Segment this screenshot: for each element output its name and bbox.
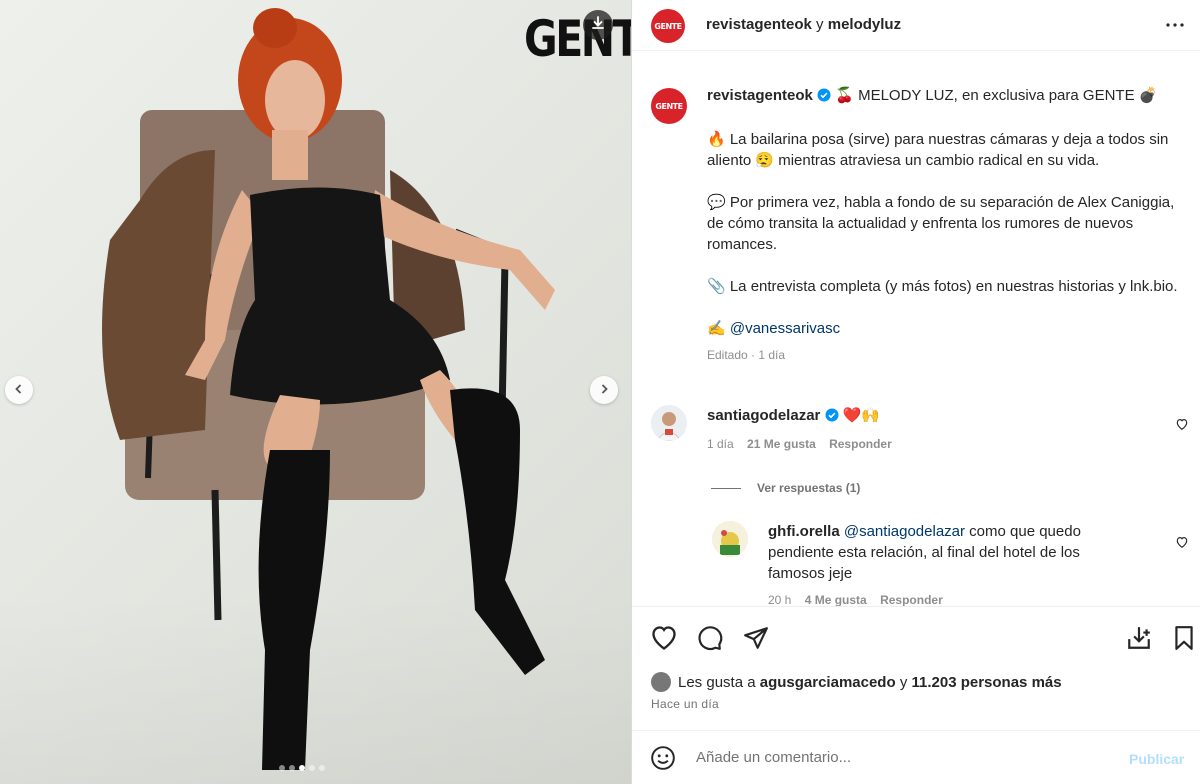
liker-avatar	[651, 672, 671, 692]
comment-text: ❤️🙌	[842, 407, 881, 424]
save-to-collection-button[interactable]	[1126, 625, 1152, 655]
share-button[interactable]	[743, 625, 769, 655]
caption-title: 🍒 MELODY LUZ, en exclusiva para GENTE 💣	[835, 87, 1158, 104]
comment-icon	[697, 626, 723, 655]
collaborator-username[interactable]: melodyluz	[828, 16, 901, 33]
comment-line: santiagodelazar ❤️🙌	[707, 405, 1147, 428]
carousel-dot-active	[299, 765, 305, 771]
authors-connector: y	[811, 16, 828, 33]
reply-likes[interactable]: 4 Me gusta	[805, 593, 867, 606]
caption-paragraph-2: 💬 Por primera vez, habla a fondo de su s…	[707, 194, 1175, 253]
comment-time[interactable]: 1 día	[707, 437, 734, 451]
chevron-left-icon	[13, 382, 25, 399]
carousel-dot	[289, 765, 295, 771]
heart-icon	[650, 626, 678, 655]
bookmark-icon	[1172, 626, 1196, 655]
verified-icon	[825, 407, 839, 428]
caption-meta: Editado · 1 día	[707, 348, 786, 362]
view-replies-label: Ver respuestas (1)	[757, 481, 861, 495]
post-header: GENTE revistagenteok y melodyluz	[632, 0, 1200, 51]
emoji-picker-button[interactable]	[650, 745, 676, 775]
post-authors: revistagenteok y melodyluz	[706, 16, 901, 33]
likes-connector: y	[899, 673, 908, 691]
carousel-dot	[279, 765, 285, 771]
like-reply-button[interactable]	[1175, 535, 1189, 553]
comment-likes[interactable]: 21 Me gusta	[747, 437, 816, 451]
verified-icon	[817, 87, 831, 108]
avatar-label: GENTE	[654, 21, 682, 31]
caption-paragraph-3: 📎 La entrevista completa (y más fotos) e…	[707, 278, 1178, 295]
add-comment-bar: Publicar	[632, 730, 1200, 784]
chair-leg	[211, 489, 222, 621]
heart-icon	[1175, 418, 1189, 435]
writing-hand-emoji: ✍️	[707, 320, 726, 337]
like-button[interactable]	[650, 625, 678, 655]
likes-summary[interactable]: Les gusta a agusgarciamacedo y 11.203 pe…	[651, 672, 1062, 692]
save-button[interactable]	[1172, 625, 1196, 655]
reply-button[interactable]: Responder	[880, 593, 943, 606]
save-to-collection-icon	[1126, 627, 1152, 655]
download-icon	[590, 15, 606, 35]
caption-line: revistagenteok 🍒 MELODY LUZ, en exclusiv…	[707, 85, 1191, 108]
carousel-indicator	[279, 765, 325, 771]
reply-meta: 20 h 4 Me gusta Responder	[768, 590, 1128, 606]
comment-button[interactable]	[697, 625, 723, 655]
replies-divider	[711, 487, 741, 489]
caption-credit: ✍️ @vanessarivasc	[707, 318, 1191, 339]
reply-line: ghfi.orella @santiagodelazar como que qu…	[768, 521, 1128, 584]
author-username[interactable]: revistagenteok	[706, 16, 812, 33]
like-comment-button[interactable]	[1175, 417, 1189, 435]
comment-username[interactable]: santiagodelazar	[707, 407, 820, 424]
likes-count[interactable]: 11.203 personas más	[911, 674, 1061, 691]
liker-username[interactable]: agusgarciamacedo	[760, 674, 896, 691]
download-button[interactable]	[583, 10, 613, 40]
comments-scroll-area[interactable]: GENTE revistagenteok 🍒 MELODY LUZ, en ex…	[632, 51, 1200, 606]
fur-coat	[102, 150, 215, 440]
credit-mention-link[interactable]: @vanessarivasc	[730, 320, 840, 337]
reply-button[interactable]: Responder	[829, 437, 892, 451]
caption-avatar[interactable]: GENTE	[651, 88, 687, 124]
caption-username[interactable]: revistagenteok	[707, 87, 813, 104]
chevron-right-icon	[598, 382, 610, 399]
gente-logo: GENTE	[524, 10, 631, 68]
comment-input[interactable]	[696, 743, 1116, 771]
comment-meta: 1 día 21 Me gusta Responder	[707, 434, 1147, 455]
model-photo	[102, 8, 555, 770]
author-avatar[interactable]: GENTE	[651, 9, 685, 43]
post-comment-button[interactable]: Publicar	[1129, 751, 1184, 767]
post-timestamp[interactable]: Hace un día	[651, 697, 719, 711]
carousel-dot	[309, 765, 315, 771]
avatar-label: GENTE	[655, 101, 683, 111]
post-image[interactable]: GENTE	[0, 0, 631, 784]
heart-icon	[1175, 536, 1189, 553]
share-icon	[743, 627, 769, 655]
likes-prefix: Les gusta a	[678, 673, 756, 691]
more-options-button[interactable]	[1163, 13, 1187, 41]
carousel-dot	[319, 765, 325, 771]
post-details-panel: GENTE revistagenteok y melodyluz GENTE r…	[631, 0, 1200, 784]
action-bar	[632, 606, 1200, 668]
commenter-avatar[interactable]	[712, 521, 748, 557]
emoji-icon	[650, 746, 676, 775]
carousel-next-button[interactable]	[590, 376, 618, 404]
left-boot	[258, 450, 330, 770]
reply-username[interactable]: ghfi.orella	[768, 523, 840, 540]
view-replies-button[interactable]: Ver respuestas (1)	[711, 481, 860, 495]
caption-paragraph-1: 🔥 La bailarina posa (sirve) para nuestra…	[707, 131, 1169, 169]
reply-mention-link[interactable]: @santiagodelazar	[844, 523, 965, 540]
reply-time[interactable]: 20 h	[768, 593, 791, 606]
more-icon	[1163, 23, 1187, 41]
commenter-avatar[interactable]	[651, 405, 687, 441]
carousel-prev-button[interactable]	[5, 376, 33, 404]
right-boot	[450, 388, 545, 675]
